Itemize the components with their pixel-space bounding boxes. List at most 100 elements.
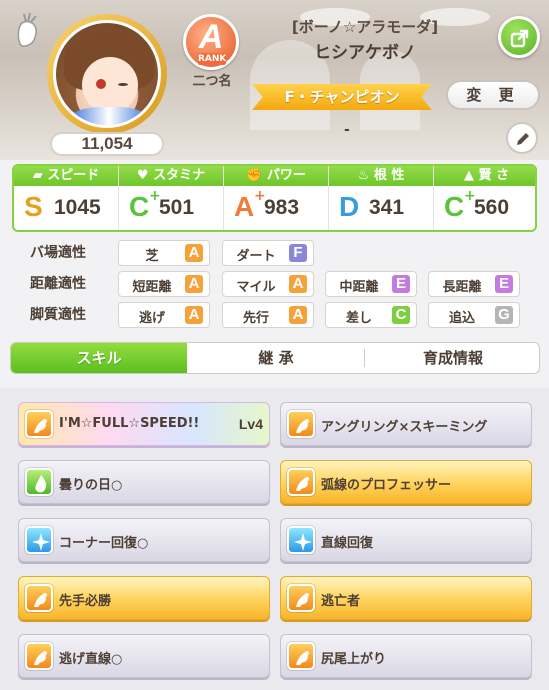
stat-grade: C bbox=[444, 191, 465, 222]
skill-name: アングリング×スキーミング bbox=[321, 420, 488, 435]
skill-item[interactable]: アングリング×スキーミング bbox=[280, 402, 532, 446]
aptitude-cell: 追込 G bbox=[428, 302, 520, 328]
aptitude-grade: F bbox=[289, 244, 307, 262]
skill-item[interactable]: I'M☆FULL☆SPEED!! Lv4 bbox=[18, 402, 270, 446]
aptitude-name: 短距離 bbox=[132, 280, 172, 295]
cap-icon: ▲ bbox=[463, 168, 479, 183]
aptitude-cell: 差し C bbox=[325, 302, 417, 328]
aptitude-name: ダート bbox=[236, 249, 276, 264]
skill-name: 先手必勝 bbox=[59, 594, 112, 609]
skill-item[interactable]: 弧線のプロフェッサー bbox=[280, 460, 532, 504]
aptitude-row-style: 脚質適性 逃げ A 先行 A 差し C 追込 G bbox=[0, 302, 549, 328]
aptitude-cell: 長距離 E bbox=[428, 271, 520, 297]
tab-training-info[interactable]: 育成情報 bbox=[365, 343, 539, 373]
tab-inheritance[interactable]: 継 承 bbox=[188, 343, 364, 373]
aptitude-grade: A bbox=[185, 275, 203, 293]
tab-skills[interactable]: スキル bbox=[11, 343, 187, 373]
skill-orange-icon bbox=[25, 410, 53, 438]
aptitude-name: 先行 bbox=[242, 311, 269, 326]
skill-item[interactable]: 尻尾上がり bbox=[280, 634, 532, 678]
stat-value: 341 bbox=[369, 196, 405, 219]
carrot-icon bbox=[17, 12, 37, 47]
skill-level: Lv4 bbox=[238, 416, 263, 432]
aptitude-cell: 短距離 A bbox=[118, 271, 210, 297]
skill-orange-icon bbox=[287, 468, 315, 496]
change-button[interactable]: 変 更 bbox=[446, 80, 540, 110]
skill-orange-icon bbox=[25, 584, 53, 612]
skill-item[interactable]: 曇りの日○ bbox=[18, 460, 270, 504]
stat-label: スタミナ bbox=[153, 168, 206, 183]
skill-name: 逃げ直線○ bbox=[59, 652, 123, 667]
stat-grade: C bbox=[129, 191, 150, 222]
rank-badge: A RANK bbox=[183, 14, 239, 70]
skill-item[interactable]: 逃げ直線○ bbox=[18, 634, 270, 678]
skill-blue-icon bbox=[25, 526, 53, 554]
stat-grade: A bbox=[234, 191, 255, 222]
aptitude-name: 差し bbox=[345, 311, 372, 326]
skill-orange-icon bbox=[25, 642, 53, 670]
skill-orange-icon bbox=[287, 584, 315, 612]
skill-name: 尻尾上がり bbox=[321, 652, 387, 667]
stat-value: 983 bbox=[264, 196, 300, 219]
aptitude-cell: 先行 A bbox=[222, 302, 314, 328]
aptitude-grade: A bbox=[185, 244, 203, 262]
stat-grade: S bbox=[24, 191, 43, 222]
skill-blue-icon bbox=[287, 526, 315, 554]
aptitude-row-track: バ場適性 芝 A ダート F bbox=[0, 240, 549, 266]
stat-value: 560 bbox=[474, 196, 510, 219]
stats-panel: ▰ スピード S 1045 ♥ スタミナ C + 501 ✊ パワー A + 9… bbox=[12, 164, 537, 232]
tab-bar: スキル 継 承 育成情報 bbox=[10, 342, 540, 374]
aptitude-grade: E bbox=[495, 275, 513, 293]
stat-label: パワー bbox=[266, 168, 306, 183]
champion-title: F・チャンピオン bbox=[252, 84, 432, 110]
aptitude-cell: 逃げ A bbox=[118, 302, 210, 328]
aptitude-name: 中距離 bbox=[339, 280, 379, 295]
share-button[interactable] bbox=[498, 16, 540, 58]
skill-name: 曇りの日○ bbox=[59, 478, 123, 493]
skill-item[interactable]: コーナー回復○ bbox=[18, 518, 270, 562]
skill-name: 直線回復 bbox=[321, 536, 374, 551]
stat-value: 1045 bbox=[54, 196, 101, 219]
title-label: 二つ名 bbox=[192, 74, 232, 89]
aptitude-name: 逃げ bbox=[138, 311, 165, 326]
skill-orange-icon bbox=[287, 642, 315, 670]
stat-stamina: ♥ スタミナ C + 501 bbox=[119, 166, 224, 230]
skill-orange-icon bbox=[287, 410, 315, 438]
edit-button[interactable] bbox=[506, 122, 538, 154]
stat-wisdom: ▲ 賢 さ C + 560 bbox=[434, 166, 535, 230]
aptitude-grade: A bbox=[289, 275, 307, 293]
skill-name: 逃亡者 bbox=[321, 594, 361, 609]
profile-comment: - bbox=[344, 122, 350, 138]
aptitude-cell: 芝 A bbox=[118, 240, 210, 266]
skill-name: I'M☆FULL☆SPEED!! bbox=[59, 416, 200, 431]
skill-item[interactable]: 逃亡者 bbox=[280, 576, 532, 620]
stat-grade: D bbox=[339, 191, 360, 222]
aptitude-grade: A bbox=[289, 306, 307, 324]
character-avatar[interactable] bbox=[47, 14, 167, 134]
trainer-subtitle: [ボーノ☆アラモーダ] bbox=[291, 18, 439, 36]
aptitude-grade: A bbox=[185, 306, 203, 324]
aptitude-cell: 中距離 E bbox=[325, 271, 417, 297]
aptitude-label: 脚質適性 bbox=[30, 307, 86, 323]
skill-name: 弧線のプロフェッサー bbox=[321, 478, 452, 493]
aptitude-label: バ場適性 bbox=[30, 245, 86, 261]
share-icon bbox=[510, 29, 529, 48]
profile-header: 11,054 A RANK 二つ名 [ボーノ☆アラモーダ] ヒシアケボノ F・チ… bbox=[0, 0, 549, 160]
aptitude-name: 長距離 bbox=[442, 280, 482, 295]
skill-green-icon bbox=[25, 468, 53, 496]
rank-letter: A bbox=[198, 18, 224, 56]
skill-item[interactable]: 先手必勝 bbox=[18, 576, 270, 620]
aptitude-cell: マイル A bbox=[222, 271, 314, 297]
aptitude-row-distance: 距離適性 短距離 A マイル A 中距離 E 長距離 E bbox=[0, 271, 549, 297]
pencil-icon bbox=[517, 133, 529, 145]
fan-count: 11,054 bbox=[50, 132, 164, 156]
heart-icon: ♥ bbox=[136, 168, 154, 183]
skill-item[interactable]: 直線回復 bbox=[280, 518, 532, 562]
shoe-icon: ▰ bbox=[32, 168, 48, 183]
rank-word: RANK bbox=[198, 53, 227, 65]
aptitude-label: 距離適性 bbox=[30, 276, 86, 292]
skill-name: コーナー回復○ bbox=[59, 536, 149, 551]
aptitude-name: 追込 bbox=[448, 311, 475, 326]
stat-power: ✊ パワー A + 983 bbox=[224, 166, 329, 230]
aptitude-name: 芝 bbox=[145, 249, 159, 264]
